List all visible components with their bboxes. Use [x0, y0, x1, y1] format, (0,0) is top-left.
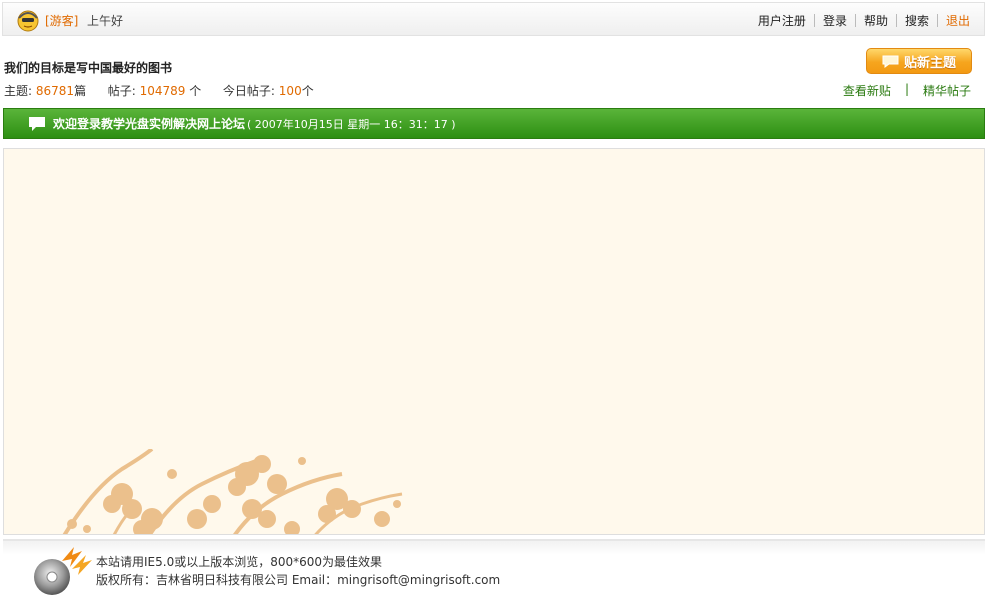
topics-count: 86781	[35, 84, 75, 98]
help-link[interactable]: 帮助	[864, 12, 888, 29]
speech-bubble-icon	[882, 55, 899, 68]
chat-icon	[29, 116, 45, 131]
main-content-area	[3, 148, 985, 535]
today-count: 100	[278, 84, 302, 98]
posts-label: 帖子:	[107, 84, 136, 98]
cd-disc-logo-icon	[34, 547, 92, 595]
search-link[interactable]: 搜索	[905, 12, 929, 29]
today-unit: 个	[301, 84, 314, 98]
nav-separator	[936, 14, 938, 27]
plum-blossom-decoration	[62, 449, 403, 534]
current-datetime: ( 2007年10月15日 星期一 16：31：17 )	[247, 117, 456, 131]
user-avatar-icon	[17, 10, 39, 32]
copyright-text: 版权所有：吉林省明日科技有限公司 Email：mingrisoft@mingri…	[96, 573, 501, 587]
topics-unit: 篇	[74, 84, 87, 98]
today-label: 今日帖子:	[222, 84, 275, 98]
guest-label: [游客]	[45, 14, 79, 28]
featured-posts-link[interactable]: 精华帖子	[923, 82, 971, 99]
new-topic-label: 贴新主题	[903, 55, 956, 71]
link-separator: |	[904, 82, 909, 96]
page-slogan: 我们的目标是写中国最好的图书	[4, 61, 173, 75]
browser-notice: 本站请用IE5.0或以上版本浏览，800*600为最佳效果	[96, 555, 383, 569]
posts-unit: 个	[189, 84, 202, 98]
view-new-posts-link[interactable]: 查看新贴	[843, 82, 891, 99]
nav-separator	[813, 14, 815, 27]
logout-link[interactable]: 退出	[946, 12, 970, 29]
forum-stats: 主题: 86781篇 帖子: 104789 个 今日帖子: 100个	[4, 82, 314, 99]
quick-links: 查看新贴 | 精华帖子	[843, 82, 971, 99]
nav-separator	[854, 14, 856, 27]
greeting-text: 上午好	[87, 14, 124, 28]
welcome-text: 欢迎登录教学光盘实例解决网上论坛	[53, 117, 246, 131]
login-link[interactable]: 登录	[823, 12, 847, 29]
top-nav: 用户注册 登录 帮助 搜索 退出	[758, 12, 970, 29]
new-topic-button[interactable]: 贴新主题	[866, 48, 972, 74]
register-link[interactable]: 用户注册	[758, 12, 806, 29]
posts-count: 104789	[139, 84, 186, 98]
nav-separator	[895, 14, 897, 27]
top-bar: [游客] 上午好 用户注册 登录 帮助 搜索 退出	[2, 2, 985, 36]
welcome-banner: 欢迎登录教学光盘实例解决网上论坛 ( 2007年10月15日 星期一 16：31…	[3, 108, 985, 139]
topics-label: 主题:	[4, 84, 33, 98]
